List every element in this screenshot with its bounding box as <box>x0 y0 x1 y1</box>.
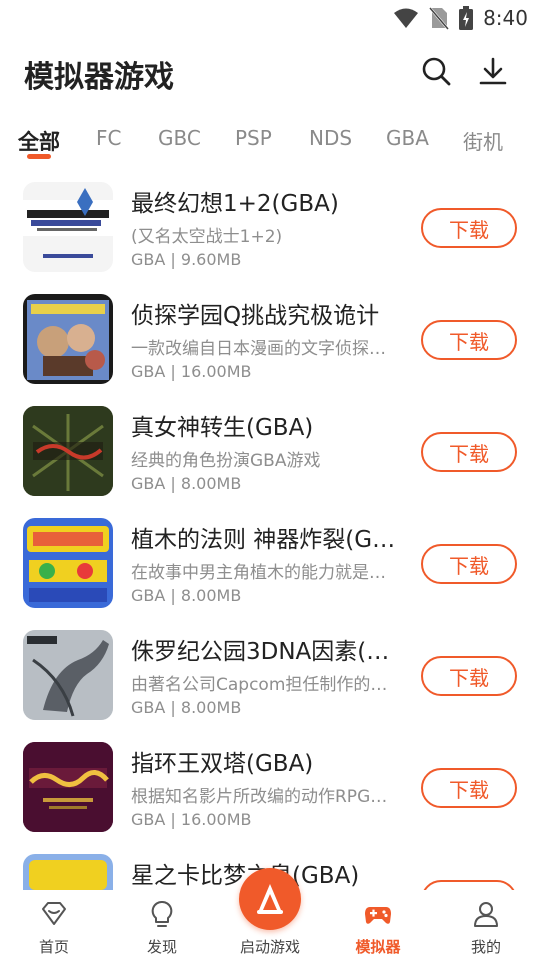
detective-school-cover-icon <box>23 294 113 384</box>
download-button[interactable]: 下载 <box>421 544 517 584</box>
category-tabs: 全部 FC GBC PSP NDS GBA 街机 <box>0 118 540 162</box>
launch-game-button[interactable] <box>239 868 301 930</box>
tab-gba[interactable]: GBA <box>386 126 429 150</box>
game-title: 真女神转生(GBA) <box>131 415 314 441</box>
nav-profile-label: 我的 <box>470 938 501 956</box>
list-item[interactable]: 真女神转生(GBA) 经典的角色扮演GBA游戏 GBA | 8.00MB 下载 <box>0 396 540 508</box>
lotr-two-towers-cover-icon <box>23 742 113 832</box>
game-meta: GBA | 8.00MB <box>131 698 242 717</box>
lightbulb-icon <box>151 900 173 927</box>
game-description: (又名太空战士1+2) <box>131 227 283 247</box>
game-meta: GBA | 9.60MB <box>131 250 242 269</box>
wifi-icon <box>394 8 419 28</box>
nav-discover-label: 发现 <box>146 938 177 956</box>
final-fantasy-cover-icon <box>23 182 113 272</box>
game-title: 侏罗纪公园3DNA因素(GBA) <box>131 639 403 665</box>
download-button[interactable]: 下载 <box>421 880 517 890</box>
law-of-ueki-cover-icon <box>23 518 113 608</box>
app-header: 模拟器游戏 <box>0 48 540 98</box>
game-title: 指环王双塔(GBA) <box>131 751 314 777</box>
tab-nds[interactable]: NDS <box>309 126 352 150</box>
game-title: 植木的法则 神器炸裂(GBA) <box>131 527 403 553</box>
game-description: 在故事中男主角植木的能力就是将垃圾变成树木 <box>131 563 399 583</box>
battery-icon <box>459 6 474 30</box>
game-description: 根据知名影片所改编的动作RPG游戏 <box>131 787 399 807</box>
nav-emulator-label: 模拟器 <box>355 938 401 956</box>
tab-all[interactable]: 全部 <box>18 126 60 156</box>
game-title: 最终幻想1+2(GBA) <box>131 191 339 217</box>
tab-fc[interactable]: FC <box>96 126 121 150</box>
game-title: 侦探学园Q挑战究极诡计 <box>131 303 380 329</box>
game-meta: GBA | 8.00MB <box>131 586 242 605</box>
game-description: 经典的角色扮演GBA游戏 <box>131 451 321 471</box>
jurassic-park-cover-icon <box>23 630 113 720</box>
tab-psp[interactable]: PSP <box>235 126 272 150</box>
list-item[interactable]: 侦探学园Q挑战究极诡计 一款改编自日本漫画的文字侦探推理游戏 GBA | 16.… <box>0 284 540 396</box>
status-time: 8:40 <box>483 6 528 30</box>
status-bar: 8:40 <box>0 0 540 36</box>
tab-gbc[interactable]: GBC <box>158 126 201 150</box>
launch-game-icon <box>257 884 283 914</box>
active-tab-indicator <box>27 154 51 159</box>
game-list: 最终幻想1+2(GBA) (又名太空战士1+2) GBA | 9.60MB 下载… <box>0 172 540 890</box>
game-meta: GBA | 16.00MB <box>131 810 252 829</box>
game-meta: GBA | 16.00MB <box>131 362 252 381</box>
download-button[interactable]: 下载 <box>421 432 517 472</box>
shin-megami-tensei-cover-icon <box>23 406 113 496</box>
download-button[interactable]: 下载 <box>421 208 517 248</box>
search-icon[interactable] <box>421 56 451 86</box>
download-icon[interactable] <box>478 56 508 86</box>
status-icons: 8:40 <box>393 6 528 30</box>
game-description: 由著名公司Capcom担任制作的动作游戏 <box>131 675 399 695</box>
nav-home-label: 首页 <box>38 938 69 956</box>
download-button[interactable]: 下载 <box>421 656 517 696</box>
list-item[interactable]: 最终幻想1+2(GBA) (又名太空战士1+2) GBA | 9.60MB 下载 <box>0 172 540 284</box>
home-icon <box>42 902 66 925</box>
list-item[interactable]: 侏罗纪公园3DNA因素(GBA) 由著名公司Capcom担任制作的动作游戏 GB… <box>0 620 540 732</box>
no-sim-icon <box>429 7 450 30</box>
nav-discover[interactable]: 发现 <box>108 890 216 960</box>
download-button[interactable]: 下载 <box>421 768 517 808</box>
game-meta: GBA | 8.00MB <box>131 474 242 493</box>
nav-profile[interactable]: 我的 <box>432 890 540 960</box>
page-title: 模拟器游戏 <box>24 60 174 95</box>
list-item[interactable]: 植木的法则 神器炸裂(GBA) 在故事中男主角植木的能力就是将垃圾变成树木 GB… <box>0 508 540 620</box>
nav-launch-label: 启动游戏 <box>239 938 300 956</box>
download-button[interactable]: 下载 <box>421 320 517 360</box>
list-item[interactable]: 指环王双塔(GBA) 根据知名影片所改编的动作RPG游戏 GBA | 16.00… <box>0 732 540 844</box>
gamepad-icon <box>365 907 391 924</box>
kirby-cover-icon <box>23 854 113 890</box>
tab-arcade[interactable]: 街机 <box>463 126 503 155</box>
nav-home[interactable]: 首页 <box>0 890 108 960</box>
profile-icon <box>474 902 498 927</box>
game-description: 一款改编自日本漫画的文字侦探推理游戏 <box>131 339 399 359</box>
nav-emulator[interactable]: 模拟器 <box>324 890 432 960</box>
